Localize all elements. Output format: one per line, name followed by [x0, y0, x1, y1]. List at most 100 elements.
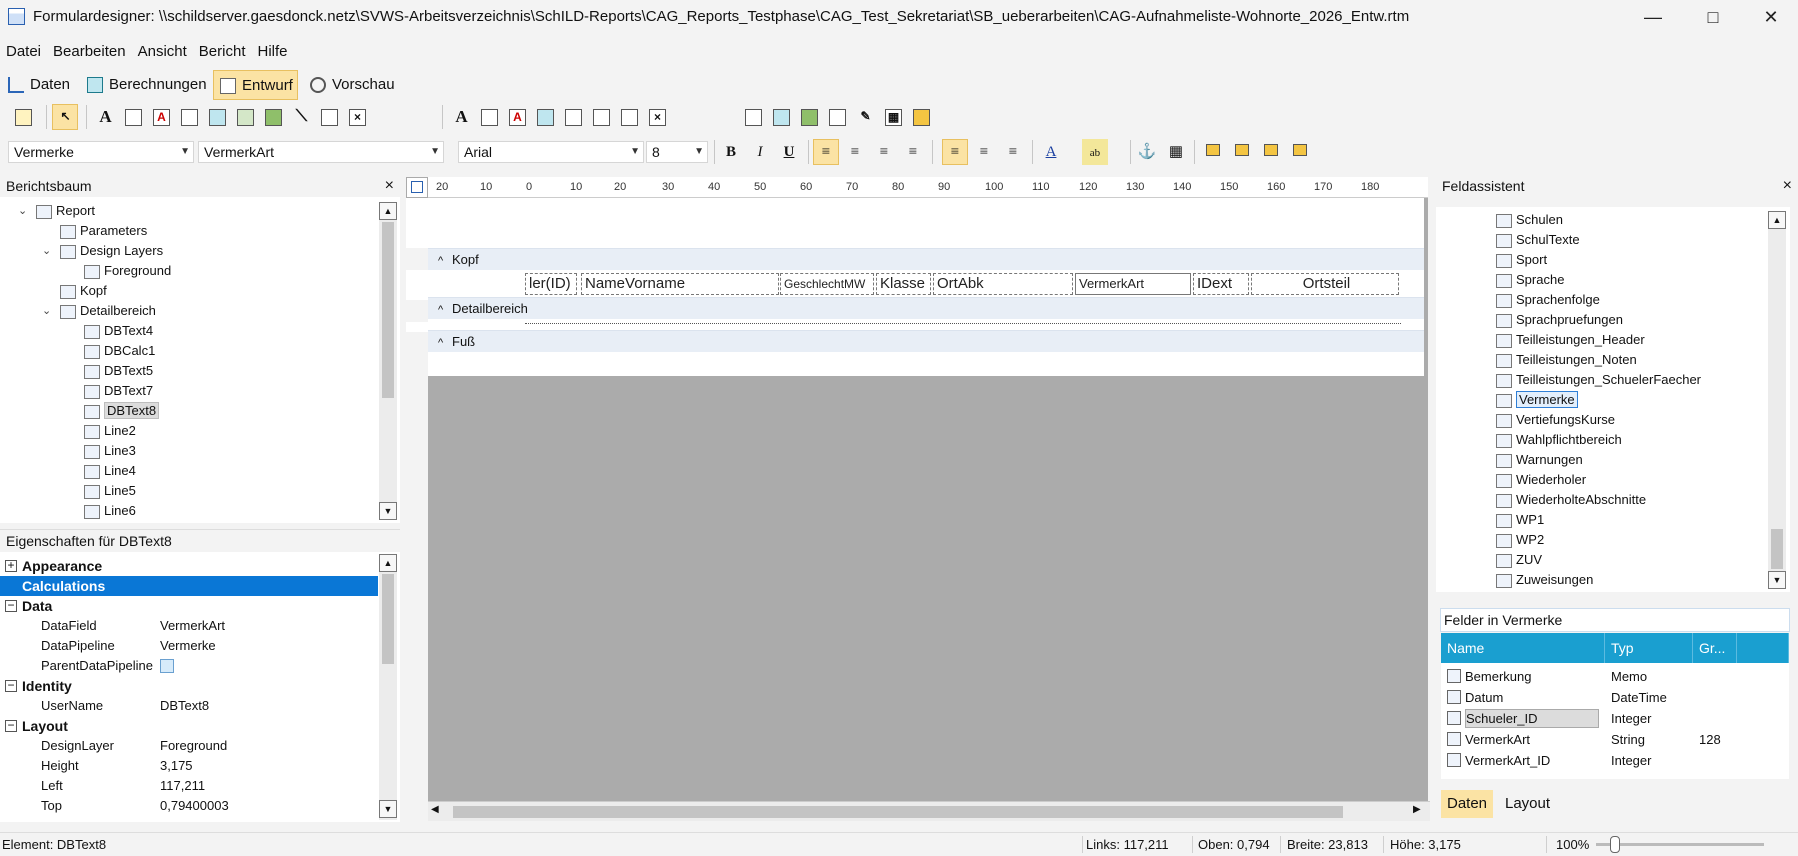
menu-hilfe[interactable]: Hilfe — [251, 40, 293, 64]
scroll-thumb[interactable] — [453, 806, 1343, 818]
anchor-button[interactable]: ⚓ — [1134, 139, 1160, 165]
property-row[interactable]: Top 0,79400003 — [0, 796, 378, 816]
chevron-down-icon[interactable]: ⌄ — [42, 241, 51, 261]
font-combo[interactable]: Arial ▼ — [458, 141, 644, 163]
tab-vorschau[interactable]: Vorschau — [304, 70, 399, 100]
table-node[interactable]: Wiederholer — [1496, 470, 1586, 490]
tree-node[interactable]: DBText8 — [84, 401, 160, 421]
table-node[interactable]: Schulen — [1496, 210, 1563, 230]
kopf-field-selected[interactable]: VermerkArt — [1075, 273, 1191, 295]
table-node[interactable]: Sprachpruefungen — [1496, 310, 1623, 330]
table-node[interactable]: Sprache — [1496, 270, 1564, 290]
property-category[interactable]: − Identity — [0, 676, 378, 696]
tab-fa-daten[interactable]: Daten — [1441, 790, 1494, 818]
align-right-button[interactable]: ≡ — [871, 139, 897, 165]
col-name[interactable]: Name — [1441, 633, 1605, 663]
tab-fa-layout[interactable]: Layout — [1499, 790, 1556, 818]
dbrichtext-tool-button[interactable]: A — [504, 104, 530, 130]
table-node[interactable]: Wahlpflichtbereich — [1496, 430, 1622, 450]
menu-bericht[interactable]: Bericht — [193, 40, 252, 64]
image-tool-button[interactable] — [232, 104, 258, 130]
field-row[interactable]: Bemerkung Memo — [1441, 666, 1789, 687]
property-value[interactable]: 0,79400003 — [160, 796, 229, 816]
table-node[interactable]: Warnungen — [1496, 450, 1583, 470]
underline-button[interactable]: U — [776, 139, 802, 165]
table-node[interactable]: WiederholteAbschnitte — [1496, 490, 1646, 510]
property-value[interactable]: Vermerke — [160, 636, 216, 656]
property-category[interactable]: + Appearance — [0, 556, 378, 576]
field-row[interactable]: Schueler_ID Integer — [1441, 708, 1789, 729]
band-detail[interactable]: ^ Detailbereich — [428, 297, 1424, 319]
expand-icon[interactable]: + — [5, 559, 17, 572]
maximize-button[interactable]: □ — [1690, 0, 1736, 34]
table-node[interactable]: SchulTexte — [1496, 230, 1580, 250]
kopf-field[interactable]: IDext — [1193, 273, 1249, 295]
scroll-left-icon[interactable]: ◀ — [431, 804, 439, 815]
collapse-icon[interactable]: − — [5, 679, 17, 692]
scroll-up-icon[interactable]: ▲ — [1768, 211, 1786, 229]
menu-bearbeiten[interactable]: Bearbeiten — [47, 40, 132, 64]
crosstab-tool-button[interactable] — [796, 104, 822, 130]
scroll-down-icon[interactable]: ▼ — [379, 800, 397, 818]
property-row[interactable]: UserName DBText8 — [0, 696, 378, 716]
tab-entwurf[interactable]: Entwurf — [213, 70, 298, 100]
page-break-tool-button[interactable] — [824, 104, 850, 130]
bold-button[interactable]: B — [718, 139, 744, 165]
kopf-field[interactable]: OrtAbk — [933, 273, 1073, 295]
label-tool-button[interactable]: A — [92, 104, 118, 130]
col-size[interactable]: Gr... — [1693, 633, 1737, 663]
field-combo[interactable]: VermerkArt ▼ — [198, 141, 444, 163]
dbcheckbox-tool-button[interactable]: × — [644, 104, 670, 130]
kopf-field[interactable]: NameVorname — [581, 273, 779, 295]
italic-button[interactable]: I — [747, 139, 773, 165]
dbmemo-tool-button[interactable] — [476, 104, 502, 130]
tree-node[interactable]: ⌄ Report — [18, 201, 95, 221]
valign-top-button[interactable]: ≡ — [942, 139, 968, 165]
richtext-tool-button[interactable]: A — [148, 104, 174, 130]
property-value[interactable]: VermerkArt — [160, 616, 225, 636]
line-tool-button[interactable]: ⟍ — [288, 104, 314, 130]
band-kopf[interactable]: ^ Kopf — [428, 248, 1424, 270]
tree-node[interactable]: Parameters — [60, 221, 147, 241]
property-value[interactable] — [160, 659, 174, 673]
property-value[interactable]: DBText8 — [160, 696, 209, 716]
close-icon[interactable]: × — [1783, 175, 1792, 197]
scroll-thumb[interactable] — [1771, 529, 1783, 569]
pipeline-combo[interactable]: Vermerke ▼ — [8, 141, 194, 163]
chevron-down-icon[interactable]: ⌄ — [42, 301, 51, 321]
menu-ansicht[interactable]: Ansicht — [132, 40, 193, 64]
font-color-button[interactable]: A — [1038, 139, 1064, 165]
property-value[interactable]: 117,211 — [160, 776, 205, 796]
tree-node[interactable]: Line4 — [84, 461, 136, 481]
shape-tool-button[interactable] — [260, 104, 286, 130]
scroll-thumb[interactable] — [382, 574, 394, 664]
collapse-detail-icon[interactable]: ^ — [438, 299, 452, 321]
property-row[interactable]: DesignLayer Foreground — [0, 736, 378, 756]
zoom-slider-handle[interactable] — [1610, 836, 1620, 853]
properties-scrollbar[interactable]: ▲ ▼ — [379, 554, 397, 820]
report-tree-button[interactable] — [10, 104, 36, 130]
tree-node[interactable]: Line2 — [84, 421, 136, 441]
tree-node[interactable]: ⌄ Design Layers — [42, 241, 163, 261]
tree-node[interactable]: Line5 — [84, 481, 136, 501]
property-value[interactable]: Foreground — [160, 736, 227, 756]
table-node[interactable]: Vermerke — [1496, 390, 1578, 410]
collapse-kopf-icon[interactable]: ^ — [438, 250, 452, 272]
tree-node[interactable]: ⌄ Detailbereich — [42, 301, 156, 321]
tree-node[interactable]: Foreground — [84, 261, 171, 281]
property-row[interactable]: ParentDataPipeline — [0, 656, 378, 676]
tree-scrollbar[interactable]: ▲ ▼ — [379, 202, 397, 520]
scroll-down-icon[interactable]: ▼ — [1768, 571, 1786, 589]
align-center-button[interactable]: ≡ — [842, 139, 868, 165]
highlight-color-button[interactable]: ab — [1082, 139, 1108, 165]
property-row[interactable]: DataField VermerkArt — [0, 616, 378, 636]
tree-node[interactable]: DBText7 — [84, 381, 153, 401]
tree-node[interactable]: DBText5 — [84, 361, 153, 381]
pen-tool-button[interactable]: ✎ — [852, 104, 878, 130]
minimize-button[interactable]: — — [1630, 0, 1676, 34]
scroll-right-icon[interactable]: ▶ — [1413, 804, 1421, 815]
design-hscrollbar[interactable]: ◀ ▶ — [428, 801, 1430, 821]
region-tool-button[interactable] — [740, 104, 766, 130]
ruler-corner-button[interactable] — [406, 177, 428, 198]
chevron-down-icon[interactable]: ⌄ — [18, 201, 27, 221]
